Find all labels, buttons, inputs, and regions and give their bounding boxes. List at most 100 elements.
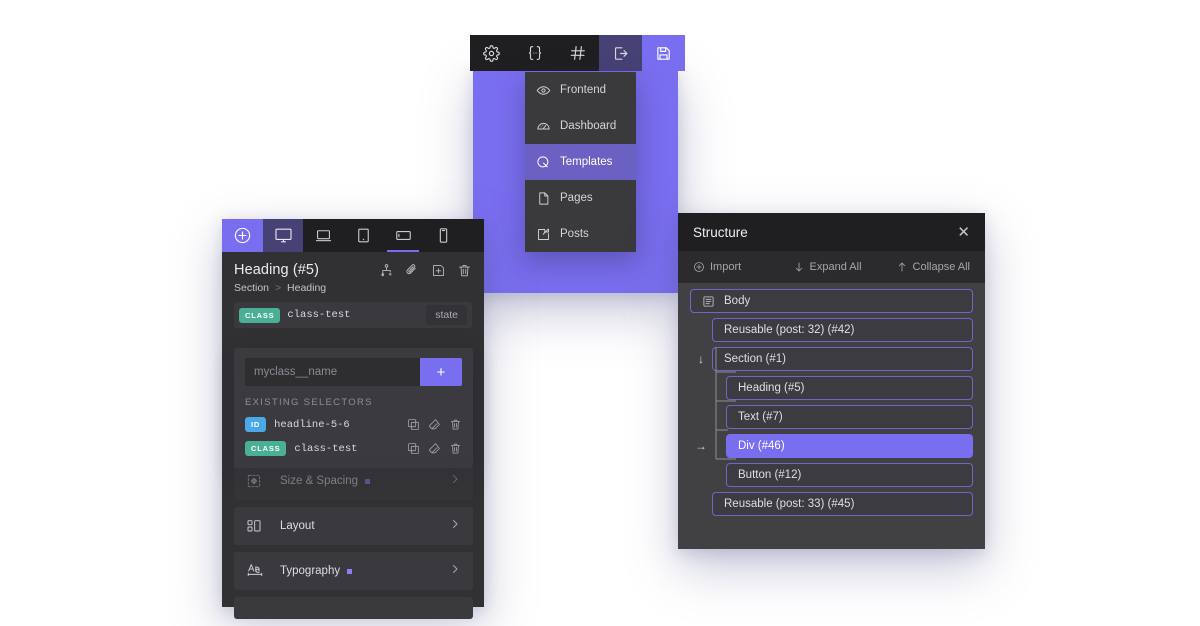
tree-node-reusable-42[interactable]: Reusable (post: 32) (#42)	[712, 318, 973, 342]
menu-item-posts[interactable]: Posts	[525, 216, 636, 252]
trash-icon[interactable]	[449, 418, 462, 431]
tree-marker	[690, 492, 712, 516]
structure-toolbar: Import Expand All Collapse All	[678, 251, 985, 283]
tree-row: Heading (#5)	[690, 376, 973, 405]
add-element-button[interactable]	[222, 219, 263, 252]
collapse-all-button[interactable]: Collapse All	[896, 261, 970, 273]
tree-marker-arrow: →	[695, 439, 707, 453]
screenshot-stage: Frontend Dashboard Templates Pages Posts…	[0, 0, 1200, 619]
typography-icon	[246, 562, 280, 580]
export-icon	[612, 45, 629, 62]
trash-icon[interactable]	[457, 263, 472, 278]
status-badge: CLASS	[239, 307, 281, 323]
tree-node-label: Div (#46)	[738, 440, 785, 452]
duplicate-icon[interactable]	[431, 263, 446, 278]
eraser-icon[interactable]	[428, 418, 441, 431]
device-laptop[interactable]	[303, 219, 343, 252]
tree-row: ↓ Section (#1)	[690, 347, 973, 376]
tree-node-section-1[interactable]: Section (#1)	[712, 347, 973, 371]
copy-icon[interactable]	[407, 418, 420, 431]
tree-marker	[690, 405, 712, 429]
chevron-right-icon	[449, 472, 461, 490]
status-badge: ID	[245, 417, 267, 432]
copy-icon[interactable]	[407, 442, 420, 455]
structure-panel: Structure ✕ Import Expand All Collapse A…	[678, 213, 985, 549]
import-button[interactable]: Import	[693, 261, 741, 273]
tree-node-label: Button (#12)	[738, 469, 802, 481]
row-actions	[407, 418, 462, 431]
tree-row: Reusable (post: 32) (#42)	[690, 318, 973, 347]
menu-item-label: Pages	[560, 192, 593, 204]
link-icon[interactable]	[405, 263, 420, 278]
tree-marker	[690, 318, 712, 342]
add-selector-button[interactable]: +	[420, 358, 462, 386]
close-icon[interactable]: ✕	[957, 225, 970, 240]
accordion-typography[interactable]: Typography	[234, 552, 473, 590]
plus-circle-icon	[233, 226, 252, 245]
tablet-icon	[354, 226, 373, 245]
arrow-up-icon	[896, 261, 908, 273]
save-icon-button[interactable]	[642, 35, 685, 71]
monitor-icon	[274, 226, 293, 245]
tree-node-label: Text (#7)	[738, 411, 783, 423]
modified-dot	[347, 568, 353, 574]
search-input[interactable]	[245, 358, 420, 386]
tablet-landscape-icon	[394, 226, 413, 245]
list-item[interactable]: CLASS class-test	[245, 441, 462, 456]
accordion-label: Typography	[280, 565, 449, 577]
accordion-layout[interactable]: Layout	[234, 507, 473, 545]
tree-node-reusable-45[interactable]: Reusable (post: 33) (#45)	[712, 492, 973, 516]
tree-node-text-7[interactable]: Text (#7)	[726, 405, 973, 429]
menu-item-templates[interactable]: Templates	[525, 144, 636, 180]
mobile-icon	[434, 226, 453, 245]
grid-icon-button[interactable]	[556, 35, 599, 71]
structure-icon[interactable]	[379, 263, 394, 278]
device-mobile[interactable]	[423, 219, 463, 252]
element-header: Heading (#5)	[234, 262, 472, 278]
breadcrumb-parent[interactable]: Section	[234, 282, 269, 294]
top-toolbar	[470, 35, 685, 71]
panel-title: Structure	[693, 224, 748, 240]
list-item[interactable]: ID headline-5-6	[245, 417, 462, 432]
menu-item-frontend[interactable]: Frontend	[525, 72, 636, 108]
tree-node-button-12[interactable]: Button (#12)	[726, 463, 973, 487]
properties-body: Heading (#5) Section > Heading CLASS cla…	[222, 252, 484, 328]
breadcrumb-current[interactable]: Heading	[287, 282, 326, 294]
save-icon	[655, 45, 672, 62]
device-tablet-portrait[interactable]	[343, 219, 383, 252]
active-selector-name: class-test	[287, 309, 351, 321]
tree-node-label: Heading (#5)	[738, 382, 805, 394]
settings-icon-button[interactable]	[470, 35, 513, 71]
new-selector-row: +	[245, 358, 462, 386]
accordion-size-spacing[interactable]: Size & Spacing	[234, 462, 473, 500]
eye-icon	[536, 83, 551, 98]
settings-icon	[483, 44, 500, 62]
move-arrows-icon	[246, 473, 280, 489]
export-icon-button[interactable]	[599, 35, 642, 71]
page-icon	[536, 191, 551, 206]
accordion-label: Layout	[280, 520, 315, 532]
grid-icon	[569, 44, 587, 62]
tree-node-div-46[interactable]: Div (#46)	[726, 434, 973, 458]
state-dropdown[interactable]: state	[426, 305, 467, 325]
device-desktop[interactable]	[263, 219, 303, 252]
element-actions	[379, 263, 472, 278]
tree-row: → Div (#46)	[690, 434, 973, 463]
templates-icon	[536, 155, 551, 170]
menu-item-pages[interactable]: Pages	[525, 180, 636, 216]
tree-node-heading-5[interactable]: Heading (#5)	[726, 376, 973, 400]
device-tablet-landscape[interactable]	[383, 219, 423, 252]
tree-node-body[interactable]: Body	[690, 289, 973, 313]
code-icon-button[interactable]	[513, 35, 556, 71]
menu-item-dashboard[interactable]: Dashboard	[525, 108, 636, 144]
accordion-next-partial[interactable]	[234, 597, 473, 619]
trash-icon[interactable]	[449, 442, 462, 455]
tree-row: Body	[690, 289, 973, 318]
tree-row: Reusable (post: 33) (#45)	[690, 492, 973, 521]
modified-dot	[365, 478, 370, 484]
menu-item-label: Templates	[560, 156, 613, 168]
eraser-icon[interactable]	[428, 442, 441, 455]
expand-all-button[interactable]: Expand All	[793, 261, 862, 273]
expand-all-label: Expand All	[809, 261, 862, 273]
active-selector-bar[interactable]: CLASS class-test state	[234, 302, 472, 328]
